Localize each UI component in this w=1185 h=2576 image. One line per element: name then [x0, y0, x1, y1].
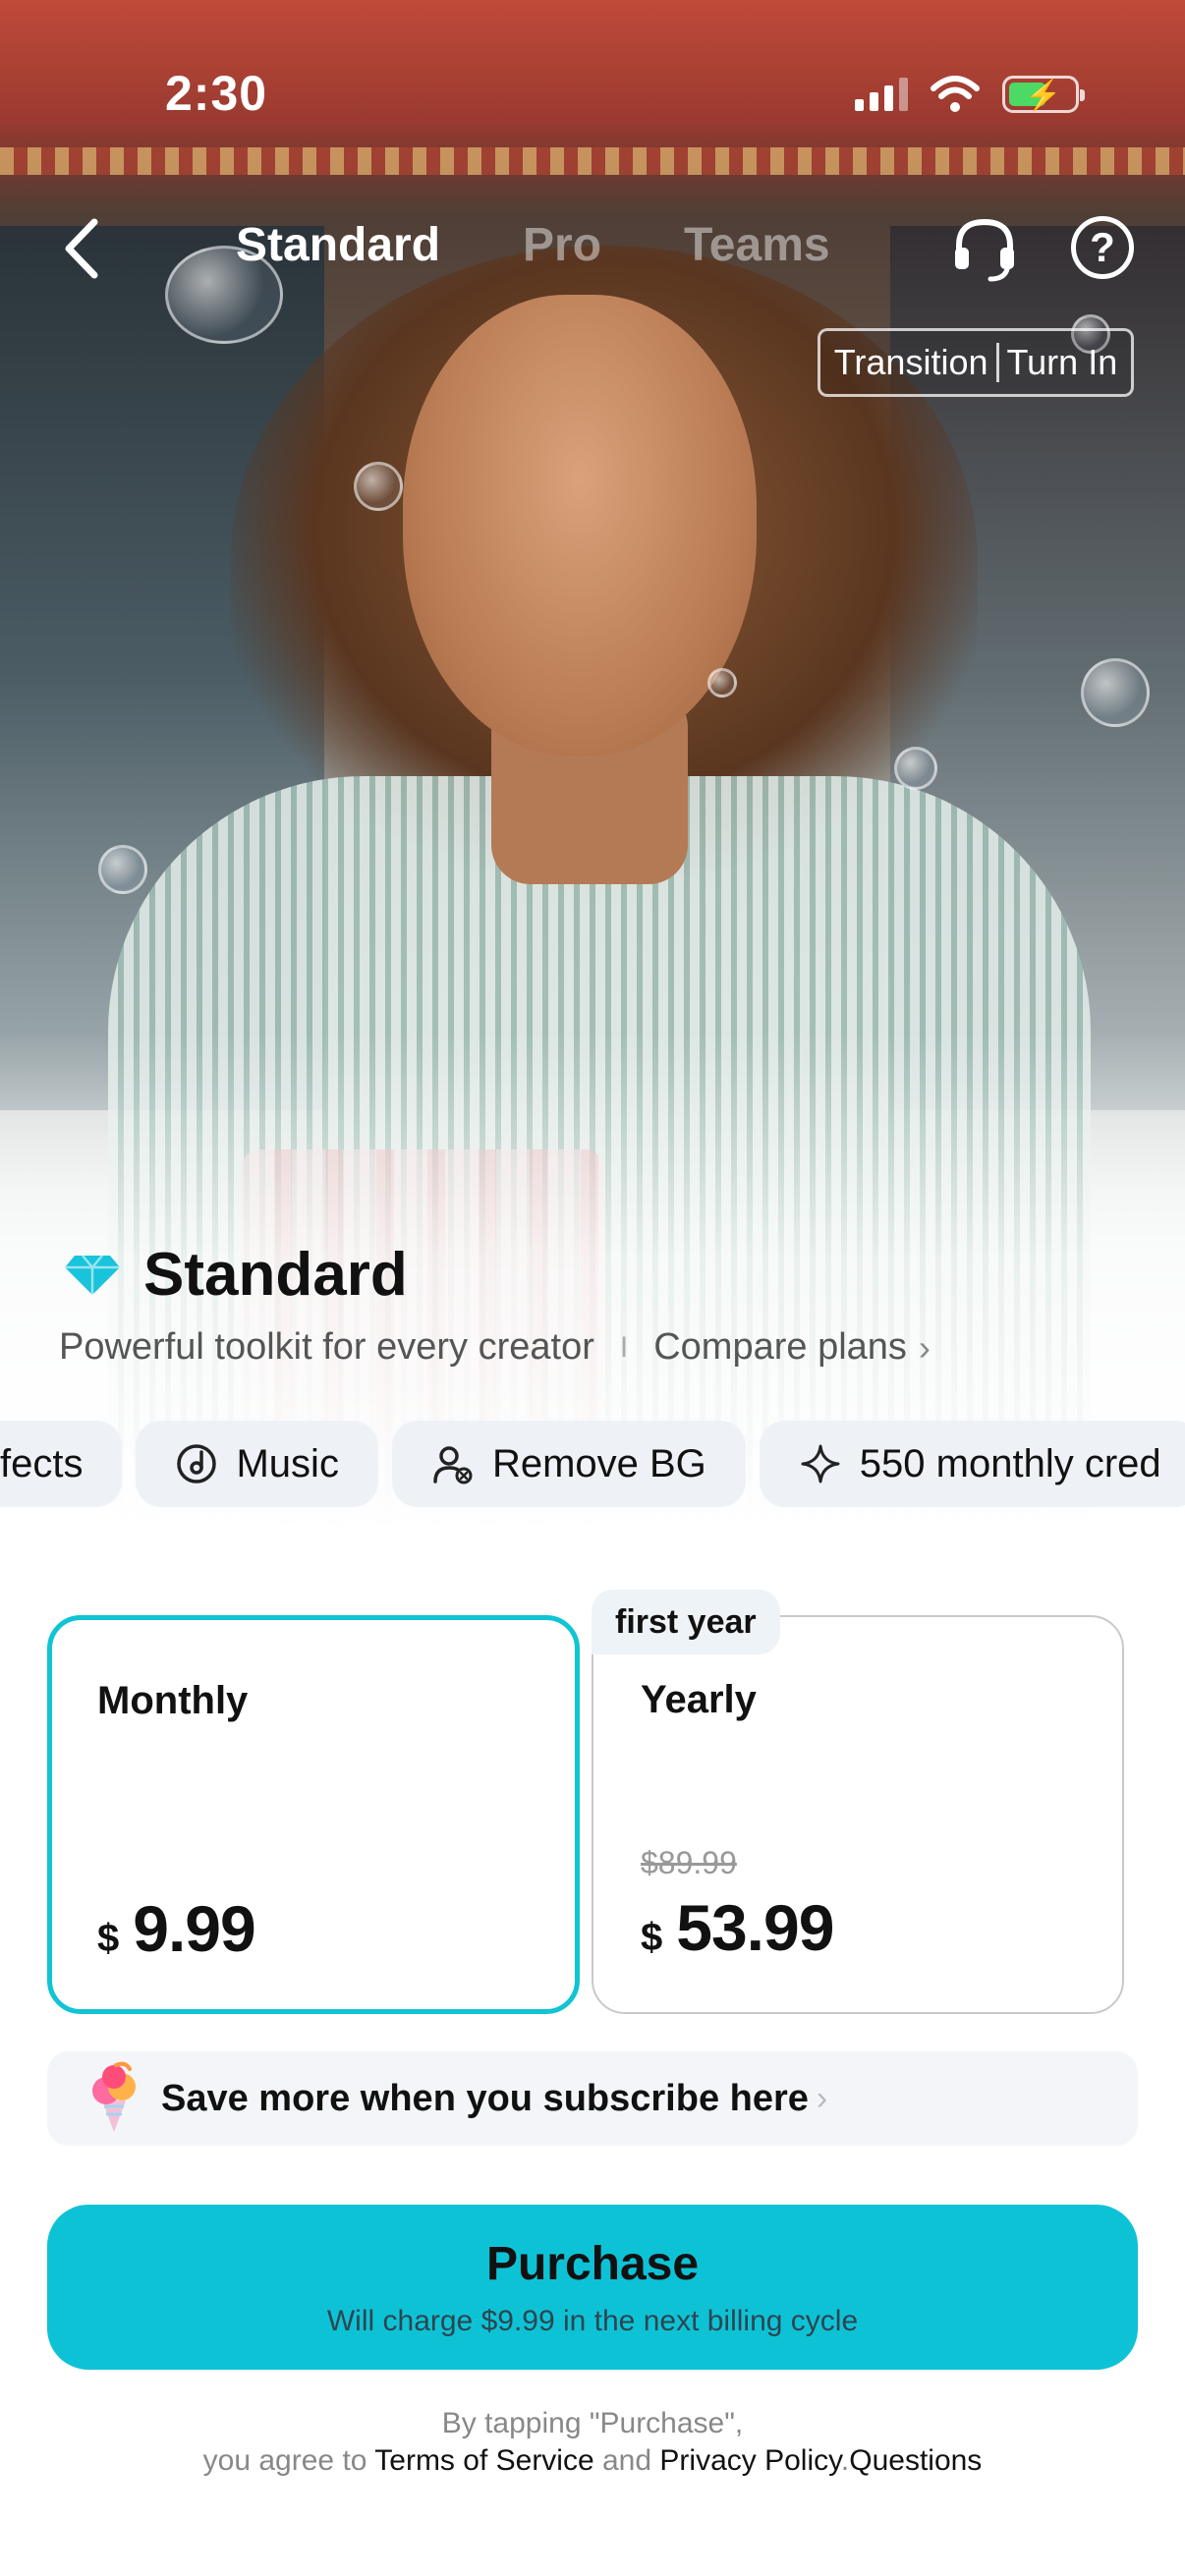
back-chevron-icon[interactable]: [55, 214, 114, 283]
feature-chip-music[interactable]: Music: [136, 1421, 378, 1507]
effect-tag: Transition Turn In: [818, 328, 1134, 397]
feature-chip-label: Remove BG: [491, 1441, 706, 1485]
tag-divider: [995, 343, 999, 382]
price-amount: 9.99: [133, 1892, 255, 1965]
legal-line-1: By tapping "Purchase",: [441, 2407, 744, 2439]
legal-and: and: [602, 2444, 652, 2477]
purchase-button[interactable]: Purchase Will charge $9.99 in the next b…: [47, 2205, 1138, 2370]
help-icon[interactable]: ?: [1071, 216, 1134, 279]
promo-banner[interactable]: Save more when you subscribe here ›: [47, 2051, 1138, 2146]
headset-icon[interactable]: [949, 214, 1020, 283]
status-time: 2:30: [165, 66, 268, 121]
tag-left-label: Transition: [833, 342, 988, 382]
purchase-billing-note: Will charge $9.99 in the next billing cy…: [326, 2304, 859, 2337]
ice-cream-icon: [92, 2061, 136, 2132]
cellular-signal-icon: [855, 78, 908, 111]
yearly-price: $ 53.99: [641, 1890, 834, 1965]
compare-plans-label: Compare plans: [653, 1326, 907, 1368]
person-remove-icon: [433, 1446, 473, 1484]
plan-subtitle: Powerful toolkit for every creator: [59, 1326, 594, 1368]
music-disc-icon: [177, 1444, 217, 1484]
plan-header: Standard: [63, 1240, 408, 1310]
bubble-decoration: [98, 845, 147, 894]
monthly-price: $ 9.99: [97, 1891, 256, 1966]
chevron-right-icon: ›: [918, 1326, 931, 1368]
tab-standard[interactable]: Standard: [236, 218, 440, 272]
feature-chip-label: 550 monthly cred: [859, 1441, 1161, 1485]
monthly-plan-card[interactable]: Monthly $ 9.99: [47, 1615, 580, 2014]
chevron-right-icon: ›: [816, 2079, 828, 2117]
status-icons: ⚡: [855, 75, 1085, 114]
feature-chip-credits[interactable]: 550 monthly cred: [759, 1421, 1185, 1507]
bubble-decoration: [1081, 658, 1150, 727]
feature-chip-label: fects: [0, 1441, 84, 1485]
plan-name-monthly: Monthly: [97, 1679, 249, 1722]
original-price: $89.99: [641, 1845, 737, 1880]
feature-chips: fects Music Remove BG 550 monthly cred: [0, 1421, 1185, 1507]
subtitle-separator: I: [619, 1330, 629, 1364]
feature-chip-label: Music: [236, 1441, 339, 1485]
terms-of-service-link[interactable]: Terms of Service: [374, 2444, 593, 2477]
currency-symbol: $: [641, 1916, 663, 1959]
plan-subtitle-row: Powerful toolkit for every creator I Com…: [59, 1326, 931, 1369]
tab-teams[interactable]: Teams: [684, 218, 830, 272]
bubble-decoration: [354, 462, 403, 511]
diamond-icon: [65, 1254, 120, 1295]
battery-icon: ⚡: [1002, 76, 1085, 113]
plan-tabs: Standard Pro Teams: [236, 218, 830, 272]
sparkle-icon: [801, 1444, 840, 1484]
feature-chip-remove-bg[interactable]: Remove BG: [391, 1421, 746, 1507]
bubble-decoration: [894, 747, 937, 790]
price-amount: 53.99: [676, 1891, 834, 1964]
first-year-badge: first year: [592, 1590, 780, 1654]
currency-symbol: $: [97, 1917, 120, 1960]
tag-right-label: Turn In: [1006, 342, 1118, 382]
privacy-policy-link[interactable]: Privacy Policy: [659, 2444, 840, 2477]
plan-title: Standard: [143, 1241, 408, 1309]
promo-text: Save more when you subscribe here: [161, 2077, 809, 2119]
plan-name-yearly: Yearly: [641, 1678, 757, 1721]
tab-pro[interactable]: Pro: [523, 218, 601, 272]
bubble-decoration: [707, 668, 737, 698]
questions-link[interactable]: Questions: [849, 2444, 982, 2477]
purchase-label: Purchase: [485, 2237, 700, 2290]
yearly-plan-card[interactable]: Yearly $89.99 $ 53.99: [592, 1615, 1124, 2014]
compare-plans-link[interactable]: Compare plans ›: [653, 1326, 931, 1369]
feature-chip-effects[interactable]: fects: [0, 1421, 123, 1507]
hero-face: [403, 295, 757, 756]
legal-prefix: you agree to: [202, 2444, 367, 2477]
legal-line-2: you agree to Terms of Service and Privac…: [0, 2444, 1185, 2478]
wifi-icon: [931, 76, 980, 112]
legal-dot: .: [840, 2444, 850, 2477]
